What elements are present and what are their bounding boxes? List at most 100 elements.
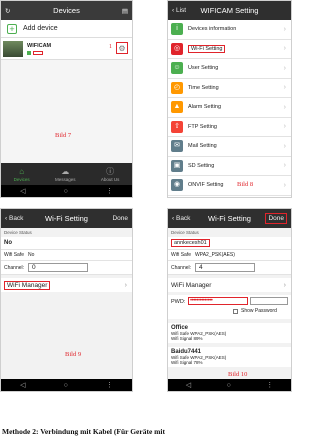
ssid-value: annkecesh01 — [171, 239, 210, 247]
wifi-signal-value: 89% — [193, 336, 203, 341]
ssid-row: annkecesh01 — [168, 237, 291, 250]
wifi-icon: ◎ — [171, 42, 183, 55]
info-icon: i — [171, 23, 183, 36]
section-label: Device Status — [171, 230, 199, 235]
chevron-right-icon: › — [283, 281, 286, 289]
settings-item[interactable]: i Devices information › — [168, 20, 291, 40]
back-key-icon[interactable]: ◁ — [20, 381, 25, 389]
done-button[interactable]: Done — [265, 213, 287, 224]
network-list: Office Wifi Safe WPA2_PSK(AES) Wifi Signal… — [168, 323, 291, 367]
tab-devices[interactable]: ⌂ Devices — [14, 167, 30, 182]
network-item[interactable]: Office Wifi Safe WPA2_PSK(AES) Wifi Signal… — [168, 323, 291, 343]
gear-icon[interactable]: ⚙ — [116, 42, 128, 54]
tab-bar: ⌂ Devices ☁ Messages ⓘ About Us — [1, 163, 132, 185]
refresh-icon[interactable]: ↻ — [5, 1, 10, 20]
network-item[interactable]: Baidu7441 Wifi Safe WPA2_PSK(AES) Wifi Sig… — [168, 347, 291, 367]
menu-key-icon[interactable]: ⋮ — [266, 381, 273, 389]
settings-item[interactable]: ⇧ FTP Setting › — [168, 117, 291, 137]
menu-key-icon[interactable]: ⋮ — [106, 381, 113, 389]
show-password-label: Show Password — [241, 308, 277, 314]
page-title: Wi-Fi Setting — [45, 214, 88, 223]
settings-item-label: Wi-Fi Setting — [188, 44, 226, 53]
wifi-signal-label: Wifi Signal — [171, 360, 193, 365]
camera-icon: ◉ — [171, 179, 183, 192]
figure-caption: Bild 10 — [228, 371, 248, 378]
settings-item[interactable]: ▲ Alarm Setting › — [168, 98, 291, 118]
navbar: ‹ List WIFICAM Setting — [168, 1, 291, 20]
navbar: ‹ Back Wi-Fi Setting Done — [168, 209, 291, 228]
chevron-right-icon: › — [283, 162, 286, 170]
home-key-icon[interactable]: ○ — [227, 382, 231, 389]
settings-item[interactable]: ▣ SD Setting › — [168, 156, 291, 176]
upload-icon: ⇧ — [171, 120, 183, 133]
add-device-button[interactable]: + Add device — [1, 20, 132, 38]
settings-item[interactable]: ◍DDNS Setting› — [168, 195, 291, 197]
password-card: PWD: •••••••••••••• Show Password — [168, 295, 291, 319]
settings-item[interactable]: ◎ Wi-Fi Setting › — [168, 39, 291, 59]
figure-caption: Bild 7 — [55, 132, 72, 139]
settings-item-label: ONVIF Setting — [188, 182, 224, 189]
back-button[interactable]: ‹ List — [172, 1, 186, 20]
chevron-right-icon: › — [283, 45, 286, 53]
chevron-right-icon: › — [124, 281, 127, 289]
page-title: WIFICAM Setting — [200, 6, 259, 15]
home-key-icon[interactable]: ○ — [64, 382, 68, 389]
settings-item[interactable]: ✉ Mail Setting › — [168, 137, 291, 157]
menu-icon[interactable]: ▤ — [122, 1, 128, 20]
wifi-signal-value: 78% — [193, 360, 203, 365]
android-softkeys: ◁ ○ ⋮ — [168, 379, 291, 391]
clock-icon: ◴ — [171, 81, 183, 94]
page-title: Devices — [53, 6, 80, 15]
page-caption: Methode 2: Verbindung mit Kabel (Für Ger… — [2, 427, 165, 436]
chevron-right-icon: › — [283, 64, 286, 72]
device-name: WIFICAM — [27, 42, 52, 49]
devices-screen: ↻ Devices ▤ + Add device WIFICAM 1 ⚙ Bil… — [0, 0, 133, 198]
done-button[interactable]: Done — [112, 209, 128, 228]
settings-item[interactable]: ◉ ONVIF Setting › — [168, 176, 291, 196]
navbar: ‹ Back Wi-Fi Setting Done — [1, 209, 132, 228]
settings-item[interactable]: ☺ User Setting › — [168, 59, 291, 79]
status-dot-icon — [27, 50, 31, 55]
home-key-icon[interactable]: ○ — [64, 188, 68, 195]
wifi-setting-password-screen: ‹ Back Wi-Fi Setting Done Device Status … — [167, 208, 292, 392]
device-item[interactable]: WIFICAM 1 ⚙ — [1, 38, 132, 60]
figure-caption: Bild 8 — [237, 181, 254, 188]
channel-field[interactable]: 4 — [195, 263, 256, 272]
camera-thumbnail — [3, 40, 23, 57]
section-label: Device Status — [4, 230, 32, 235]
settings-item-label: FTP Setting — [188, 123, 217, 130]
chevron-right-icon: › — [283, 25, 286, 33]
wifi-manager-button[interactable]: WiFi Manager › — [1, 278, 132, 292]
figure-caption: Bild 9 — [65, 351, 82, 358]
back-button[interactable]: ‹ Back — [172, 209, 190, 228]
chevron-right-icon: › — [283, 123, 286, 131]
settings-item-label: User Setting — [188, 65, 219, 72]
tab-about-us[interactable]: ⓘ About Us — [101, 167, 120, 182]
settings-list: i Devices information › ◎ Wi-Fi Setting › ☺ Use… — [168, 20, 291, 197]
page-title: Wi-Fi Setting — [208, 214, 251, 223]
user-icon: ☺ — [171, 62, 183, 75]
android-softkeys: ◁ ○ ⋮ — [1, 185, 132, 197]
settings-item-label: Mail Setting — [188, 143, 217, 150]
wifi-setting-screen: ‹ Back Wi-Fi Setting Done Device Status … — [0, 208, 133, 392]
wifi-manager-button[interactable]: WiFi Manager › — [168, 278, 291, 292]
channel-field[interactable]: 0 — [28, 263, 89, 272]
mail-icon: ✉ — [171, 140, 183, 153]
show-password-checkbox[interactable] — [233, 309, 238, 314]
menu-key-icon[interactable]: ⋮ — [106, 187, 113, 195]
settings-item[interactable]: ◴ Time Setting › — [168, 78, 291, 98]
back-key-icon[interactable]: ◁ — [186, 381, 191, 389]
sd-card-icon: ▣ — [171, 159, 183, 172]
back-key-icon[interactable]: ◁ — [20, 187, 25, 195]
settings-item-label: Devices information — [188, 26, 237, 33]
android-softkeys: ◁ ○ ⋮ — [1, 379, 132, 391]
info-icon: ⓘ — [106, 166, 115, 176]
back-button[interactable]: ‹ Back — [5, 209, 23, 228]
chevron-right-icon: › — [283, 142, 286, 150]
chevron-right-icon: › — [283, 84, 286, 92]
chevron-right-icon: › — [283, 181, 286, 189]
password-field[interactable]: •••••••••••••• — [188, 297, 248, 305]
tab-messages[interactable]: ☁ Messages — [55, 167, 76, 182]
channel-row: Channel: 4 — [168, 261, 291, 275]
settings-item-label: Time Setting — [188, 84, 219, 91]
